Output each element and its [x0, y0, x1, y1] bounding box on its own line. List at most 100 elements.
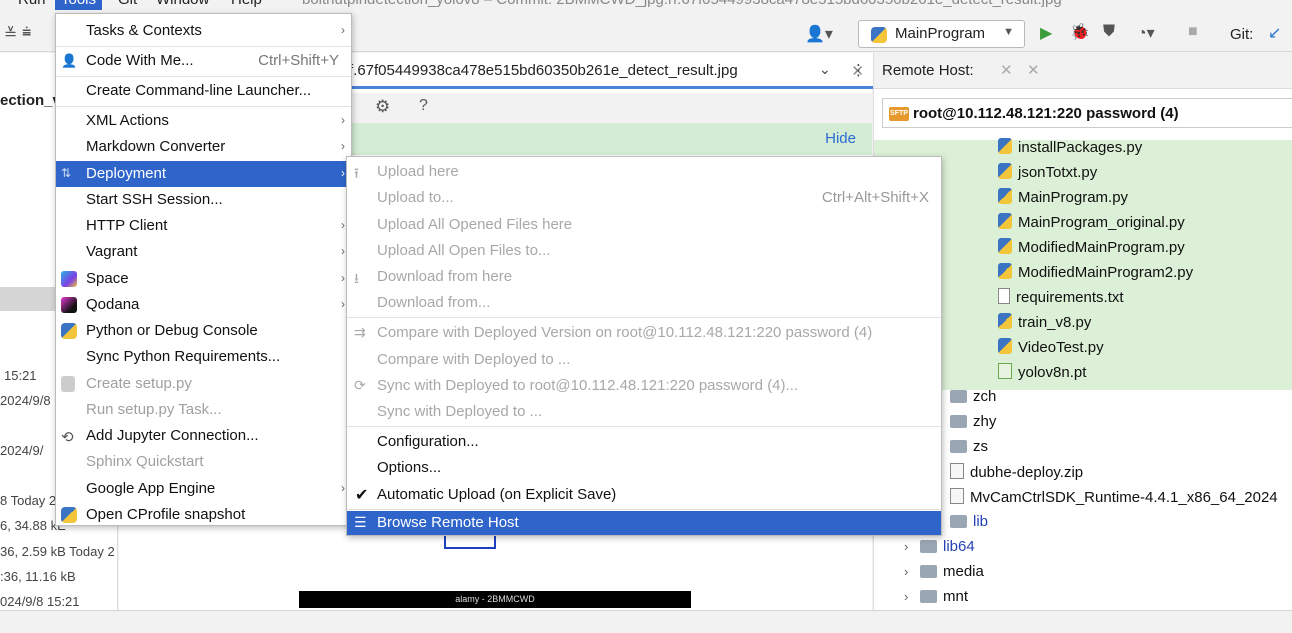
menu-item-command-line-launcher[interactable]: Create Command-line Launcher... — [56, 78, 351, 104]
project-name[interactable]: ection_v — [0, 92, 61, 109]
chevron-right-icon[interactable]: › — [904, 564, 920, 579]
file-row[interactable]: VideoTest.py — [998, 338, 1104, 363]
close-icon[interactable]: ✕ — [1027, 61, 1040, 79]
folder-name: media — [943, 563, 984, 580]
menu-item-label: Upload here — [377, 163, 459, 180]
file-row[interactable]: train_v8.py — [998, 313, 1091, 338]
menu-item-sync-requirements[interactable]: Sync Python Requirements... — [56, 344, 351, 370]
editor-tab[interactable]: f.67f05449938ca478e515bd60350b261e_detec… — [349, 53, 894, 89]
file-row[interactable]: requirements.txt — [998, 288, 1124, 313]
menu-item-browse-remote-host[interactable]: ☰ Browse Remote Host — [347, 511, 941, 535]
menu-item-options[interactable]: Options... — [347, 455, 941, 481]
deployment-icon: ⇅ — [61, 166, 72, 180]
folder-row[interactable]: lib — [950, 513, 988, 538]
menu-item-xml-actions[interactable]: XML Actions › — [56, 108, 351, 134]
python-file-icon — [998, 238, 1012, 254]
menu-item-run-setup-task[interactable]: Run setup.py Task... — [56, 397, 351, 423]
menu-item-sync-deployed[interactable]: ⟳ Sync with Deployed to root@10.112.48.12… — [347, 373, 941, 399]
menu-help[interactable]: Help — [231, 0, 262, 8]
menu-item-compare-deployed-version[interactable]: ⇉ Compare with Deployed Version on root@1… — [347, 320, 941, 346]
expand-icon[interactable]: ≚ — [4, 24, 17, 44]
file-name: MainProgram.py — [1018, 189, 1129, 206]
shortcut-label: Ctrl+Alt+Shift+X — [821, 189, 929, 206]
collapse-icon[interactable]: ⩧ — [22, 24, 31, 42]
folder-row[interactable]: zhy — [950, 413, 996, 438]
menu-item-sphinx-quickstart[interactable]: Sphinx Quickstart — [56, 449, 351, 475]
menu-item-upload-to[interactable]: Upload to... Ctrl+Alt+Shift+X — [347, 185, 941, 211]
deployment-submenu: ⭱ Upload here Upload to... Ctrl+Alt+Shift+… — [346, 156, 942, 536]
run-icon[interactable]: ▶ — [1040, 23, 1052, 43]
file-row[interactable]: yolov8n.pt — [998, 363, 1086, 388]
menu-tools[interactable]: Tools — [55, 0, 103, 10]
coverage-icon[interactable]: ⛊ — [1103, 23, 1115, 41]
menu-item-download-from[interactable]: Download from... — [347, 290, 941, 316]
menu-item-upload-here[interactable]: ⭱ Upload here — [347, 159, 941, 185]
git-update-icon[interactable]: ↙ — [1268, 23, 1281, 43]
menu-item-create-setup[interactable]: Create setup.py — [56, 371, 351, 397]
stop-icon[interactable]: ■ — [1188, 23, 1198, 41]
help-icon[interactable]: ? — [419, 97, 428, 115]
menu-item-compare-deployed-to[interactable]: Compare with Deployed to ... — [347, 347, 941, 373]
file-row[interactable]: ModifiedMainProgram.py — [998, 238, 1185, 263]
menu-item-configuration[interactable]: Configuration... — [347, 429, 941, 455]
file-name: jsonTotxt.py — [1018, 164, 1098, 181]
more-icon[interactable]: ⋮ — [851, 61, 866, 79]
menu-item-jupyter-connection[interactable]: ⟲ Add Jupyter Connection... — [56, 423, 351, 449]
menu-item-qodana[interactable]: Qodana › — [56, 292, 351, 318]
remote-host-select[interactable]: SFTP root@10.112.48.121:220 password (4) — [882, 98, 1292, 128]
menu-item-tasks-contexts[interactable]: Tasks & Contexts › — [56, 18, 351, 44]
file-info: 8 Today 2 — [0, 493, 57, 508]
menu-item-http-client[interactable]: HTTP Client › — [56, 213, 351, 239]
menu-item-upload-all-open-to[interactable]: Upload All Open Files to... — [347, 238, 941, 264]
divider — [347, 317, 941, 318]
file-row[interactable]: MvCamCtrlSDK_Runtime-4.4.1_x86_64_2024 — [950, 488, 1278, 513]
chevron-down-icon[interactable]: ⌄ — [819, 61, 831, 78]
remote-host-title: Remote Host: — [882, 62, 974, 79]
close-icon[interactable]: ✕ — [1000, 61, 1013, 79]
gear-icon[interactable]: ⚙ — [375, 97, 390, 117]
profile-icon[interactable]: ◔▾ — [1137, 23, 1155, 43]
menu-git[interactable]: Git — [118, 0, 137, 8]
file-row[interactable]: installPackages.py — [998, 138, 1142, 163]
folder-row[interactable]: zch — [950, 388, 996, 413]
menu-item-label: Tasks & Contexts — [86, 22, 202, 39]
window-title: boltnutpindetection_yolov8 – Commit: 2BM… — [302, 0, 1062, 8]
menu-item-python-console[interactable]: Python or Debug Console — [56, 318, 351, 344]
user-icon[interactable]: 👤▾ — [805, 24, 833, 44]
folder-row[interactable]: zs — [950, 438, 988, 463]
menu-run[interactable]: Run — [18, 0, 46, 8]
python-file-icon — [998, 338, 1012, 354]
menu-item-deployment[interactable]: ⇅ Deployment › — [56, 161, 351, 187]
menu-item-cprofile-snapshot[interactable]: Open CProfile snapshot — [56, 502, 351, 528]
file-row[interactable]: MainProgram_original.py — [998, 213, 1185, 238]
file-row[interactable]: jsonTotxt.py — [998, 163, 1097, 188]
status-bar — [0, 610, 1292, 633]
shortcut-label: Ctrl+Shift+Y — [258, 52, 339, 69]
run-configuration-select[interactable]: MainProgram ▼ — [858, 20, 1025, 48]
file-row[interactable]: dubhe-deploy.zip — [950, 463, 1083, 488]
folder-row[interactable]: › lib64 — [904, 538, 975, 563]
menu-item-download-here[interactable]: ⭳ Download from here — [347, 264, 941, 290]
menu-item-automatic-upload[interactable]: ✔ Automatic Upload (on Explicit Save) — [347, 482, 941, 508]
upload-icon: ⭱ — [354, 165, 359, 181]
menu-item-vagrant[interactable]: Vagrant › — [56, 239, 351, 265]
debug-icon[interactable]: 🐞 — [1070, 22, 1090, 42]
file-row[interactable]: ModifiedMainProgram2.py — [998, 263, 1193, 288]
menu-item-space[interactable]: Space › — [56, 266, 351, 292]
menu-item-code-with-me[interactable]: 👤 Code With Me... Ctrl+Shift+Y — [56, 48, 351, 74]
tools-menu: Tasks & Contexts › 👤 Code With Me... Ctrl+S… — [55, 13, 352, 526]
menu-item-google-app-engine[interactable]: Google App Engine › — [56, 476, 351, 502]
chevron-right-icon[interactable]: › — [904, 589, 920, 604]
menu-item-upload-all-opened-here[interactable]: Upload All Opened Files here — [347, 212, 941, 238]
menu-item-ssh-session[interactable]: Start SSH Session... — [56, 187, 351, 213]
folder-row[interactable]: › media — [904, 563, 984, 588]
menu-bar: Run Tools Git Window Help boltnutpindete… — [0, 0, 1292, 10]
menu-item-markdown-converter[interactable]: Markdown Converter › — [56, 134, 351, 160]
hide-link[interactable]: Hide — [825, 130, 856, 147]
menu-window[interactable]: Window — [156, 0, 209, 8]
cprofile-icon — [61, 507, 77, 523]
file-row[interactable]: MainProgram.py — [998, 188, 1128, 213]
chevron-right-icon[interactable]: › — [904, 539, 920, 554]
menu-item-sync-deployed-to[interactable]: Sync with Deployed to ... — [347, 399, 941, 425]
chevron-right-icon: › — [341, 218, 345, 232]
